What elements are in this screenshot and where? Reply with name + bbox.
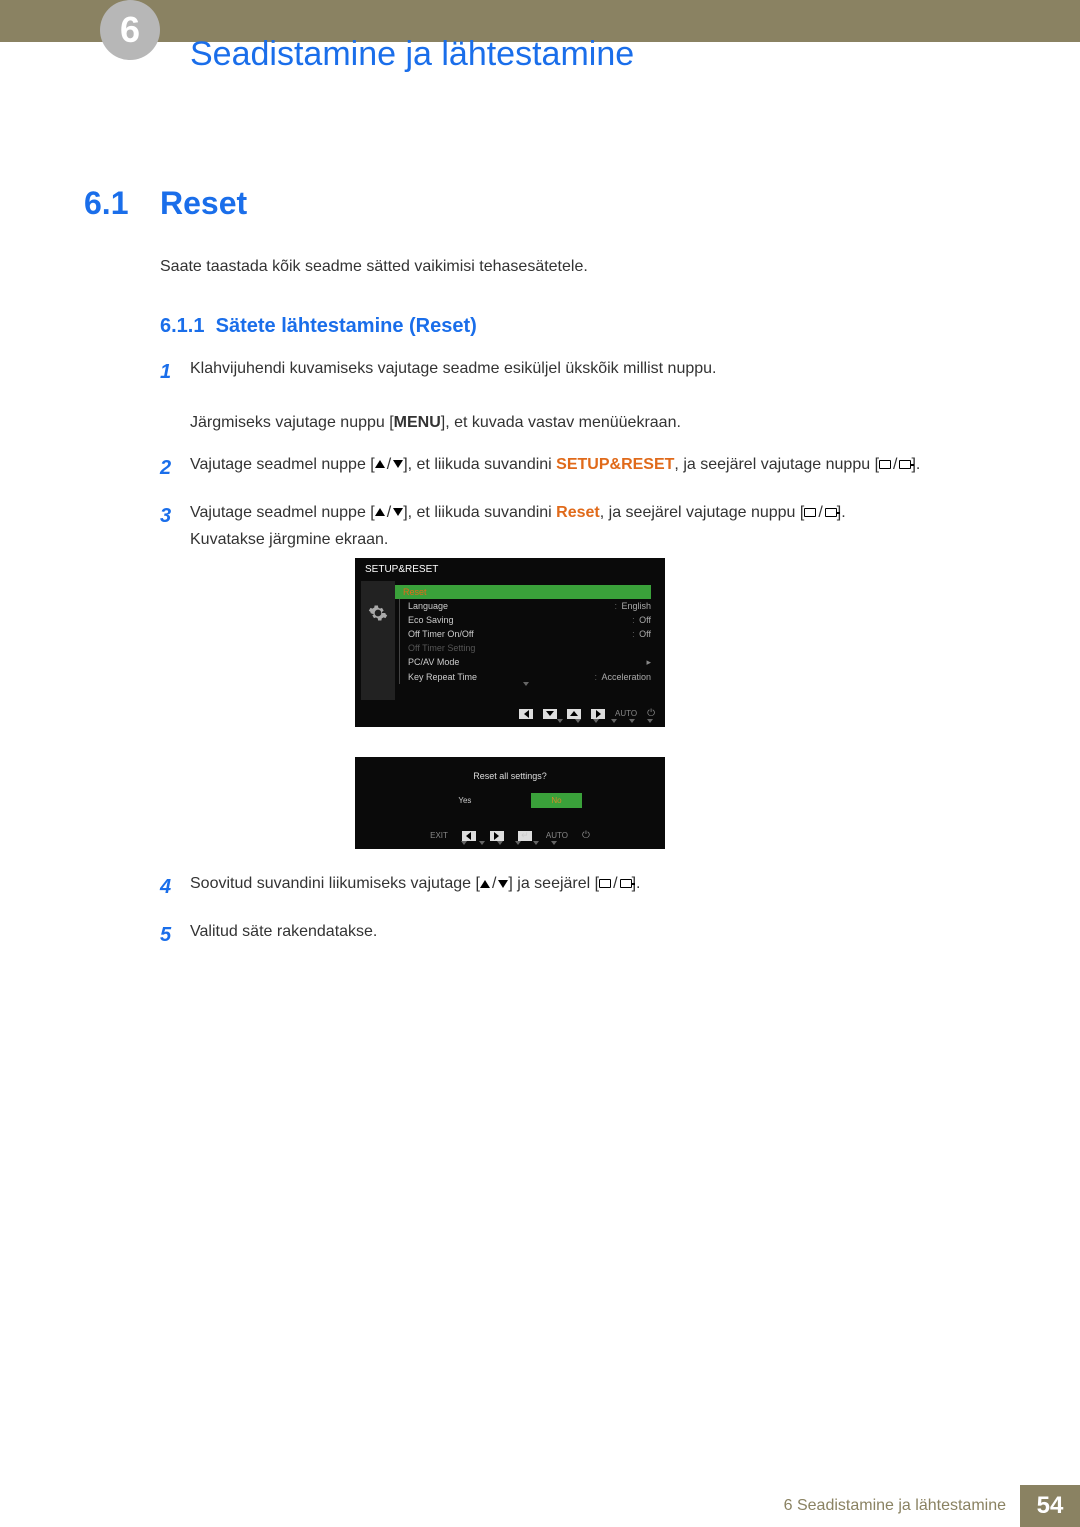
chevron-right-icon: ▸ xyxy=(646,657,651,668)
value: Acceleration xyxy=(594,672,651,682)
step-body: Vajutage seadmel nuppe [ / ], et liikuda… xyxy=(190,451,1000,485)
text: Vajutage seadmel nuppe [ xyxy=(190,504,375,521)
step-number: 1 xyxy=(160,355,190,437)
chapter-number: 6 xyxy=(120,9,140,51)
step-3: 3 Vajutage seadmel nuppe [ / ], et liiku… xyxy=(160,499,1000,554)
label: Off Timer On/Off xyxy=(408,629,474,639)
value: English xyxy=(614,601,651,611)
steps-list: 1 Klahvijuhendi kuvamiseks vajutage sead… xyxy=(160,355,1000,567)
osd-confirm: Reset all settings? Yes No EXIT ↵ AUTO ⏻ xyxy=(355,757,665,849)
rect-source-icon: / xyxy=(804,499,836,526)
gear-icon xyxy=(368,603,388,623)
nav-left-icon xyxy=(519,709,533,719)
up-down-icon: / xyxy=(480,870,508,897)
label: Reset xyxy=(403,587,427,597)
rect-source-icon: / xyxy=(599,870,631,897)
text: , ja seejärel vajutage nuppu [ xyxy=(674,456,879,473)
nav-auto-label: AUTO xyxy=(615,709,637,718)
step-4: 4 Soovitud suvandini liikumiseks vajutag… xyxy=(160,870,1000,904)
text: Soovitud suvandini liikumiseks vajutage … xyxy=(190,875,480,892)
value: Off xyxy=(632,629,651,639)
osd-side-icon xyxy=(361,581,395,700)
step-body: Klahvijuhendi kuvamiseks vajutage seadme… xyxy=(190,355,1000,437)
nav-right-icon xyxy=(490,831,504,841)
subsection-heading: 6.1.1 Sätete lähtestamine (Reset) xyxy=(160,315,477,338)
section-intro: Saate taastada kõik seadme sätted vaikim… xyxy=(160,258,1000,276)
text: ], et liikuda suvandini xyxy=(403,504,556,521)
osd-row-reset: Reset xyxy=(395,585,651,599)
step-body: Soovitud suvandini liikumiseks vajutage … xyxy=(190,870,1000,904)
step-number: 2 xyxy=(160,451,190,485)
scroll-down-icon xyxy=(523,682,529,696)
step-body: Valitud säte rakendatakse. xyxy=(190,918,1000,952)
chapter-title: Seadistamine ja lähtestamine xyxy=(190,35,634,74)
label: Key Repeat Time xyxy=(408,672,477,682)
step-number: 4 xyxy=(160,870,190,904)
section-number: 6.1 xyxy=(84,185,128,222)
osd-title: SETUP&RESET xyxy=(355,558,665,581)
step-body: Vajutage seadmel nuppe [ / ], et liikuda… xyxy=(190,499,1000,554)
text: Järgmiseks vajutage nuppu [ xyxy=(190,414,394,431)
section-title: Reset xyxy=(160,185,247,222)
up-down-icon: / xyxy=(375,451,403,478)
label: Off Timer Setting xyxy=(408,643,475,653)
page-footer: 6 Seadistamine ja lähtestamine 54 xyxy=(0,1485,1080,1527)
target-label: SETUP&RESET xyxy=(556,456,674,473)
up-down-icon: / xyxy=(375,499,403,526)
power-icon: ⏻ xyxy=(647,708,655,719)
step-1: 1 Klahvijuhendi kuvamiseks vajutage sead… xyxy=(160,355,1000,437)
menu-label: MENU xyxy=(394,414,441,431)
power-icon: ⏻ xyxy=(582,830,590,841)
label: Language xyxy=(408,601,448,611)
exit-label: EXIT xyxy=(430,831,448,840)
text: ] ja seejärel [ xyxy=(508,875,599,892)
nav-up-icon xyxy=(567,709,581,719)
osd-row-offtimer: Off Timer On/Off Off xyxy=(399,627,651,641)
osd-row-pcav: PC/AV Mode ▸ xyxy=(399,655,651,670)
nav-left-icon xyxy=(462,831,476,841)
footer-page-number: 54 xyxy=(1020,1485,1080,1527)
osd-navbar: AUTO ⏻ xyxy=(355,704,665,719)
osd-row-language: Language English xyxy=(399,599,651,613)
step-number: 3 xyxy=(160,499,190,554)
confirm-yes: Yes xyxy=(438,793,491,808)
footer-text: 6 Seadistamine ja lähtestamine xyxy=(784,1485,1020,1527)
subsection-number: 6.1.1 xyxy=(160,315,204,337)
label: Eco Saving xyxy=(408,615,454,625)
nav-auto-label: AUTO xyxy=(546,831,568,840)
confirm-question: Reset all settings? xyxy=(355,771,665,781)
chapter-badge: 6 xyxy=(100,0,160,60)
subsection-title: Sätete lähtestamine (Reset) xyxy=(216,315,477,337)
nav-down-icon xyxy=(543,709,557,719)
step-2: 2 Vajutage seadmel nuppe [ / ], et liiku… xyxy=(160,451,1000,485)
osd-row-eco: Eco Saving Off xyxy=(399,613,651,627)
osd-row-offtimer-setting: Off Timer Setting xyxy=(399,641,651,655)
osd-screenshots: SETUP&RESET Reset Language English Eco Sa… xyxy=(355,558,665,879)
osd-setup-reset: SETUP&RESET Reset Language English Eco Sa… xyxy=(355,558,665,727)
step-number: 5 xyxy=(160,918,190,952)
text: Kuvatakse järgmine ekraan. xyxy=(190,531,388,548)
steps-list-lower: 4 Soovitud suvandini liikumiseks vajutag… xyxy=(160,870,1000,966)
target-label: Reset xyxy=(556,504,600,521)
text: Vajutage seadmel nuppe [ xyxy=(190,456,375,473)
nav-right-icon xyxy=(591,709,605,719)
step-5: 5 Valitud säte rakendatakse. xyxy=(160,918,1000,952)
text: Klahvijuhendi kuvamiseks vajutage seadme… xyxy=(190,360,716,377)
text: ], et kuvada vastav menüüekraan. xyxy=(441,414,681,431)
rect-source-icon: / xyxy=(879,451,911,478)
osd-navbar: EXIT ↵ AUTO ⏻ xyxy=(355,826,665,841)
text: ], et liikuda suvandini xyxy=(403,456,556,473)
osd-menu-list: Reset Language English Eco Saving Off Off … xyxy=(395,581,659,700)
text: , ja seejärel vajutage nuppu [ xyxy=(600,504,805,521)
label: PC/AV Mode xyxy=(408,657,459,668)
confirm-no: No xyxy=(531,793,581,808)
nav-enter-icon: ↵ xyxy=(518,831,532,841)
value: Off xyxy=(632,615,651,625)
